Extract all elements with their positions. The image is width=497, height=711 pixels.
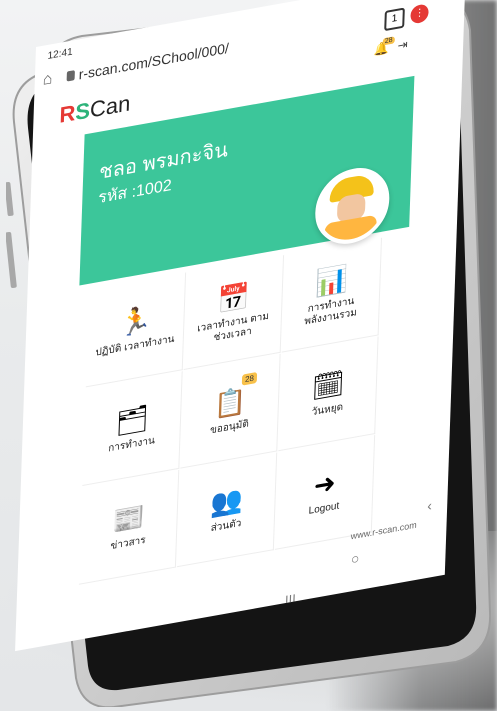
tabs-button[interactable]: 1	[384, 7, 405, 32]
user-gear-icon: 👥	[210, 483, 244, 520]
phone-screen: 12:41 ◼ ✉ ▲ ◢ ▮ ⌂ r-scan.com/SChool/000/…	[15, 0, 466, 652]
notification-badge: 28	[382, 36, 395, 46]
page-tools: 🔔 28 ⇥	[373, 32, 434, 63]
menu-grid: 🏃 ปฏิบัติ เวลาทำงาน 📅 เวลาทำงาน ตามช่วงเ…	[78, 231, 419, 622]
home-nav-icon[interactable]: ○	[351, 550, 360, 568]
avatar[interactable]	[314, 162, 391, 250]
checklist-icon: 📋	[213, 384, 247, 421]
logo-rest: Can	[89, 90, 131, 123]
tile-label: ส่วนตัว	[210, 517, 242, 535]
tile-approval[interactable]: 28 📋 ขออนุมัติ	[180, 353, 281, 469]
home-icon[interactable]: ⌂	[42, 69, 61, 90]
clipboard-icon: 🗂	[115, 402, 150, 439]
tile-label: ขออนุมัติ	[209, 418, 249, 437]
back-icon[interactable]: ‹	[427, 497, 432, 514]
tile-attendance[interactable]: 🏃 ปฏิบัติ เวลาทำงาน	[85, 272, 187, 388]
tile-label: เวลาทำงาน ตามช่วงเวลา	[196, 310, 270, 344]
logo-r: R	[59, 99, 76, 128]
tile-label: การทำงาน พลังงานรวม	[304, 295, 357, 328]
newspaper-icon: 📰	[112, 500, 146, 537]
status-time: 12:41	[47, 46, 73, 62]
tile-label: วันหยุด	[311, 401, 344, 419]
logo[interactable]: RSCan	[59, 90, 131, 129]
logout-icon: ➜	[313, 466, 337, 502]
holiday-calendar-icon: 🗓	[311, 367, 346, 404]
phone: 12:41 ◼ ✉ ▲ ◢ ▮ ⌂ r-scan.com/SChool/000/…	[6, 0, 491, 707]
tile-stats[interactable]: 📊 การทำงาน พลังงานรวม	[281, 237, 382, 353]
approval-badge: 28	[241, 371, 258, 386]
logo-s: S	[74, 97, 91, 126]
tile-holiday[interactable]: 🗓 วันหยุด	[278, 336, 379, 452]
calendar-icon: 📅	[217, 280, 251, 316]
lock-icon	[66, 70, 75, 82]
tile-profile[interactable]: 👥 ส่วนตัว	[176, 452, 278, 568]
tile-schedule[interactable]: 📅 เวลาทำงาน ตามช่วงเวลา	[183, 255, 285, 370]
screen-wrap: 12:41 ◼ ✉ ▲ ◢ ▮ ⌂ r-scan.com/SChool/000/…	[15, 0, 466, 652]
tile-work[interactable]: 🗂 การทำงาน	[82, 371, 183, 487]
tile-label: ปฏิบัติ เวลาทำงาน	[95, 333, 175, 359]
tile-news[interactable]: 📰 ข่าวสาร	[78, 469, 180, 585]
browser-menu-button[interactable]: ⋮	[410, 3, 429, 25]
tile-label: ข่าวสาร	[110, 534, 146, 553]
chart-icon: 📊	[315, 262, 349, 299]
tile-label: Logout	[308, 500, 340, 517]
runner-icon: 🏃	[119, 303, 153, 340]
exit-icon[interactable]: ⇥	[397, 37, 408, 53]
